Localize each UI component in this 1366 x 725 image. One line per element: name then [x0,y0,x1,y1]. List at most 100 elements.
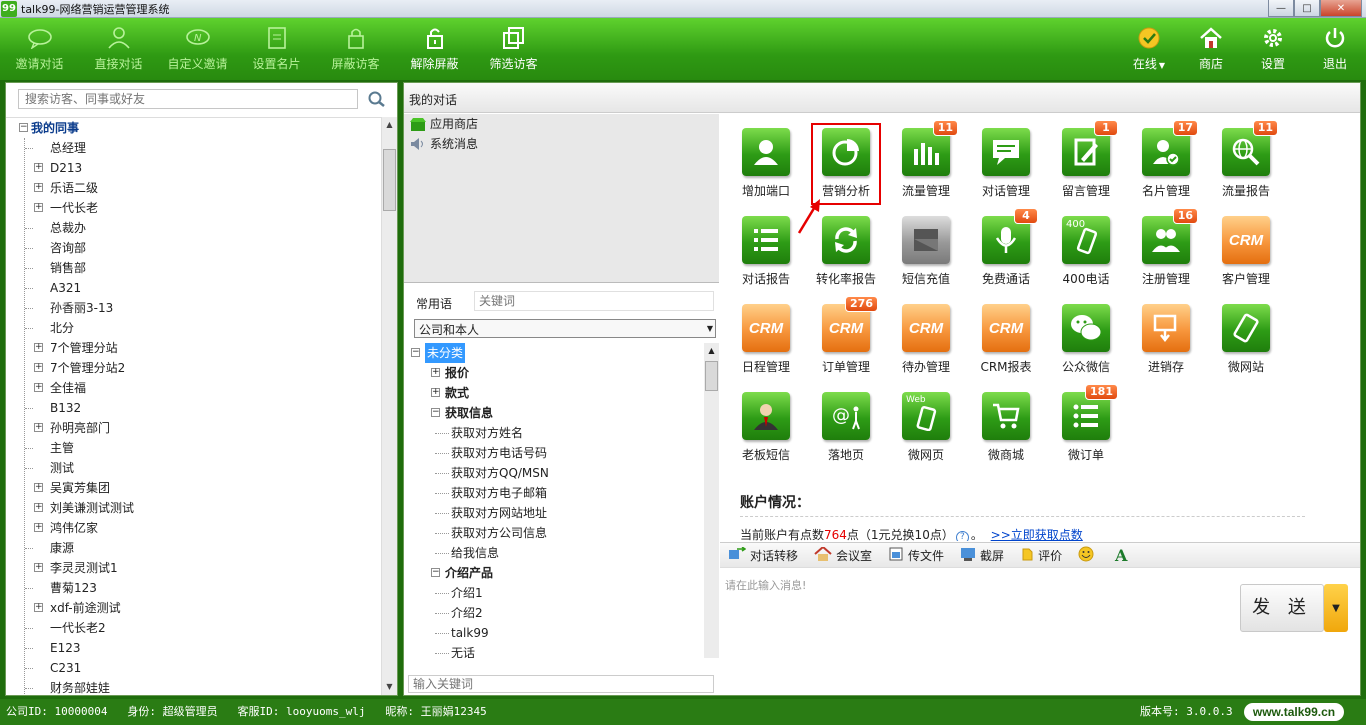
expand-icon[interactable]: + [34,563,43,572]
tree-item[interactable]: 一代长老2 [6,618,383,638]
tree-item[interactable]: + 全佳福 [6,378,383,398]
app-tile[interactable]: 微网站 [1206,290,1286,378]
tree-root[interactable]: − 我的同事 [6,118,383,138]
scroll-up-icon[interactable]: ▲ [704,343,719,359]
app-tile[interactable]: 营销分析 [806,114,886,202]
phrase-item[interactable]: 介绍1 [411,583,704,603]
phrase-item[interactable]: 获取对方电子邮箱 [411,483,704,503]
tree-item[interactable]: + 孙明亮部门 [6,418,383,438]
tree-item[interactable]: 康源 [6,538,383,558]
keyword-input[interactable] [474,291,714,311]
phrase-item[interactable]: 无话 [411,643,704,658]
scope-select[interactable]: 公司和本人 ▼ [414,319,716,338]
expand-icon[interactable]: + [431,388,440,397]
app-tile[interactable]: @ 落地页 [806,378,886,466]
collapse-icon[interactable]: − [431,568,440,577]
expand-icon[interactable]: + [34,343,43,352]
toolbar-button-0[interactable]: 邀请对话 [0,18,79,80]
tree-item[interactable]: B132 [6,398,383,418]
toolbar-right-button-0[interactable]: 在线 ▼ [1118,18,1180,80]
app-tile[interactable]: 11 流量报告 [1206,114,1286,202]
phrase-item[interactable]: − 获取信息 [411,403,704,423]
scroll-down-icon[interactable]: ▼ [382,679,397,695]
tree-item[interactable]: + 李灵灵测试1 [6,558,383,578]
tree-item[interactable]: 财务部娃娃 [6,678,383,695]
tree-item[interactable]: + xdf-前途测试 [6,598,383,618]
contacts-scrollbar[interactable]: ▲ ▼ [381,117,397,695]
scroll-up-icon[interactable]: ▲ [382,117,397,133]
phrase-item[interactable]: + 报价 [411,363,704,383]
tree-item[interactable]: 曹菊123 [6,578,383,598]
tree-item[interactable]: + 吴寅芳集团 [6,478,383,498]
expand-icon[interactable]: + [34,483,43,492]
expand-icon[interactable]: + [34,503,43,512]
phrase-item[interactable]: + 款式 [411,383,704,403]
search-icon[interactable] [364,88,390,110]
app-tile[interactable]: 4 免费通话 [966,202,1046,290]
toolbar-button-4[interactable]: 屏蔽访客 [316,18,395,80]
app-tile[interactable]: 1 留言管理 [1046,114,1126,202]
tree-item[interactable]: 测试 [6,458,383,478]
tree-item[interactable]: C231 [6,658,383,678]
app-tile[interactable]: 对话报告 [726,202,806,290]
message-tool-0[interactable]: 对话转移 [728,545,798,564]
message-tool-4[interactable]: 评价 [1020,547,1062,564]
tab-phrases[interactable]: 常用语 [416,295,452,312]
phrase-item[interactable]: − 未分类 [411,343,704,363]
phrase-item[interactable]: 获取对方电话号码 [411,443,704,463]
expand-icon[interactable]: + [34,203,43,212]
conversation-item[interactable]: 应用商店 [404,114,719,134]
app-tile[interactable]: CRM 日程管理 [726,290,806,378]
toolbar-right-button-2[interactable]: 设置 [1242,18,1304,80]
app-tile[interactable]: 转化率报告 [806,202,886,290]
app-tile[interactable]: 400 400电话 [1046,202,1126,290]
site-link[interactable]: www.talk99.cn [1244,703,1344,721]
expand-icon[interactable]: + [431,368,440,377]
tree-item[interactable]: E123 [6,638,383,658]
tree-item[interactable]: + 乐语二级 [6,178,383,198]
scroll-thumb[interactable] [383,149,396,211]
tree-item[interactable]: A321 [6,278,383,298]
search-input[interactable] [18,89,358,109]
phrase-item[interactable]: 获取对方公司信息 [411,523,704,543]
toolbar-right-button-3[interactable]: 退出 [1304,18,1366,80]
app-tile[interactable]: 17 名片管理 [1126,114,1206,202]
collapse-icon[interactable]: − [19,123,28,132]
toolbar-button-1[interactable]: 直接对话 [79,18,158,80]
tree-item[interactable]: 销售部 [6,258,383,278]
phrase-item[interactable]: − 介绍产品 [411,563,704,583]
app-tile[interactable]: 11 流量管理 [886,114,966,202]
close-button[interactable]: ✕ [1320,0,1362,17]
collapse-icon[interactable]: − [411,348,420,357]
toolbar-button-6[interactable]: 筛选访客 [474,18,553,80]
help-icon[interactable]: ? [955,531,969,541]
app-tile[interactable]: CRM 待办管理 [886,290,966,378]
expand-icon[interactable]: + [34,523,43,532]
phrase-item[interactable]: 获取对方姓名 [411,423,704,443]
phrase-item[interactable]: 介绍2 [411,603,704,623]
expand-icon[interactable]: + [34,423,43,432]
app-tile[interactable]: 微商城 [966,378,1046,466]
tree-item[interactable]: + 一代长老 [6,198,383,218]
message-input[interactable]: 请在此输入消息! [725,577,806,593]
collapse-icon[interactable]: − [431,408,440,417]
tree-item[interactable]: + D213 [6,158,383,178]
app-tile[interactable]: 16 注册管理 [1126,202,1206,290]
expand-icon[interactable]: + [34,363,43,372]
app-tile[interactable]: 181 微订单 [1046,378,1126,466]
tree-item[interactable]: 主管 [6,438,383,458]
tree-item[interactable]: +7个管理分站 [6,338,383,358]
tree-item[interactable]: 孙香丽3-13 [6,298,383,318]
phrase-item[interactable]: 获取对方网站地址 [411,503,704,523]
toolbar-button-2[interactable]: N 自定义邀请 [158,18,237,80]
tree-item[interactable]: 北分 [6,318,383,338]
app-tile[interactable]: CRM 客户管理 [1206,202,1286,290]
minimize-button[interactable]: — [1268,0,1294,17]
tree-item[interactable]: 总经理 [6,138,383,158]
tree-item[interactable]: +7个管理分站2 [6,358,383,378]
app-tile[interactable]: 对话管理 [966,114,1046,202]
message-tool-5[interactable] [1078,546,1098,565]
get-points-link[interactable]: >>立即获取点数 [991,528,1083,541]
app-tile[interactable]: 短信充值 [886,202,966,290]
message-tool-3[interactable]: 截屏 [960,547,1004,564]
